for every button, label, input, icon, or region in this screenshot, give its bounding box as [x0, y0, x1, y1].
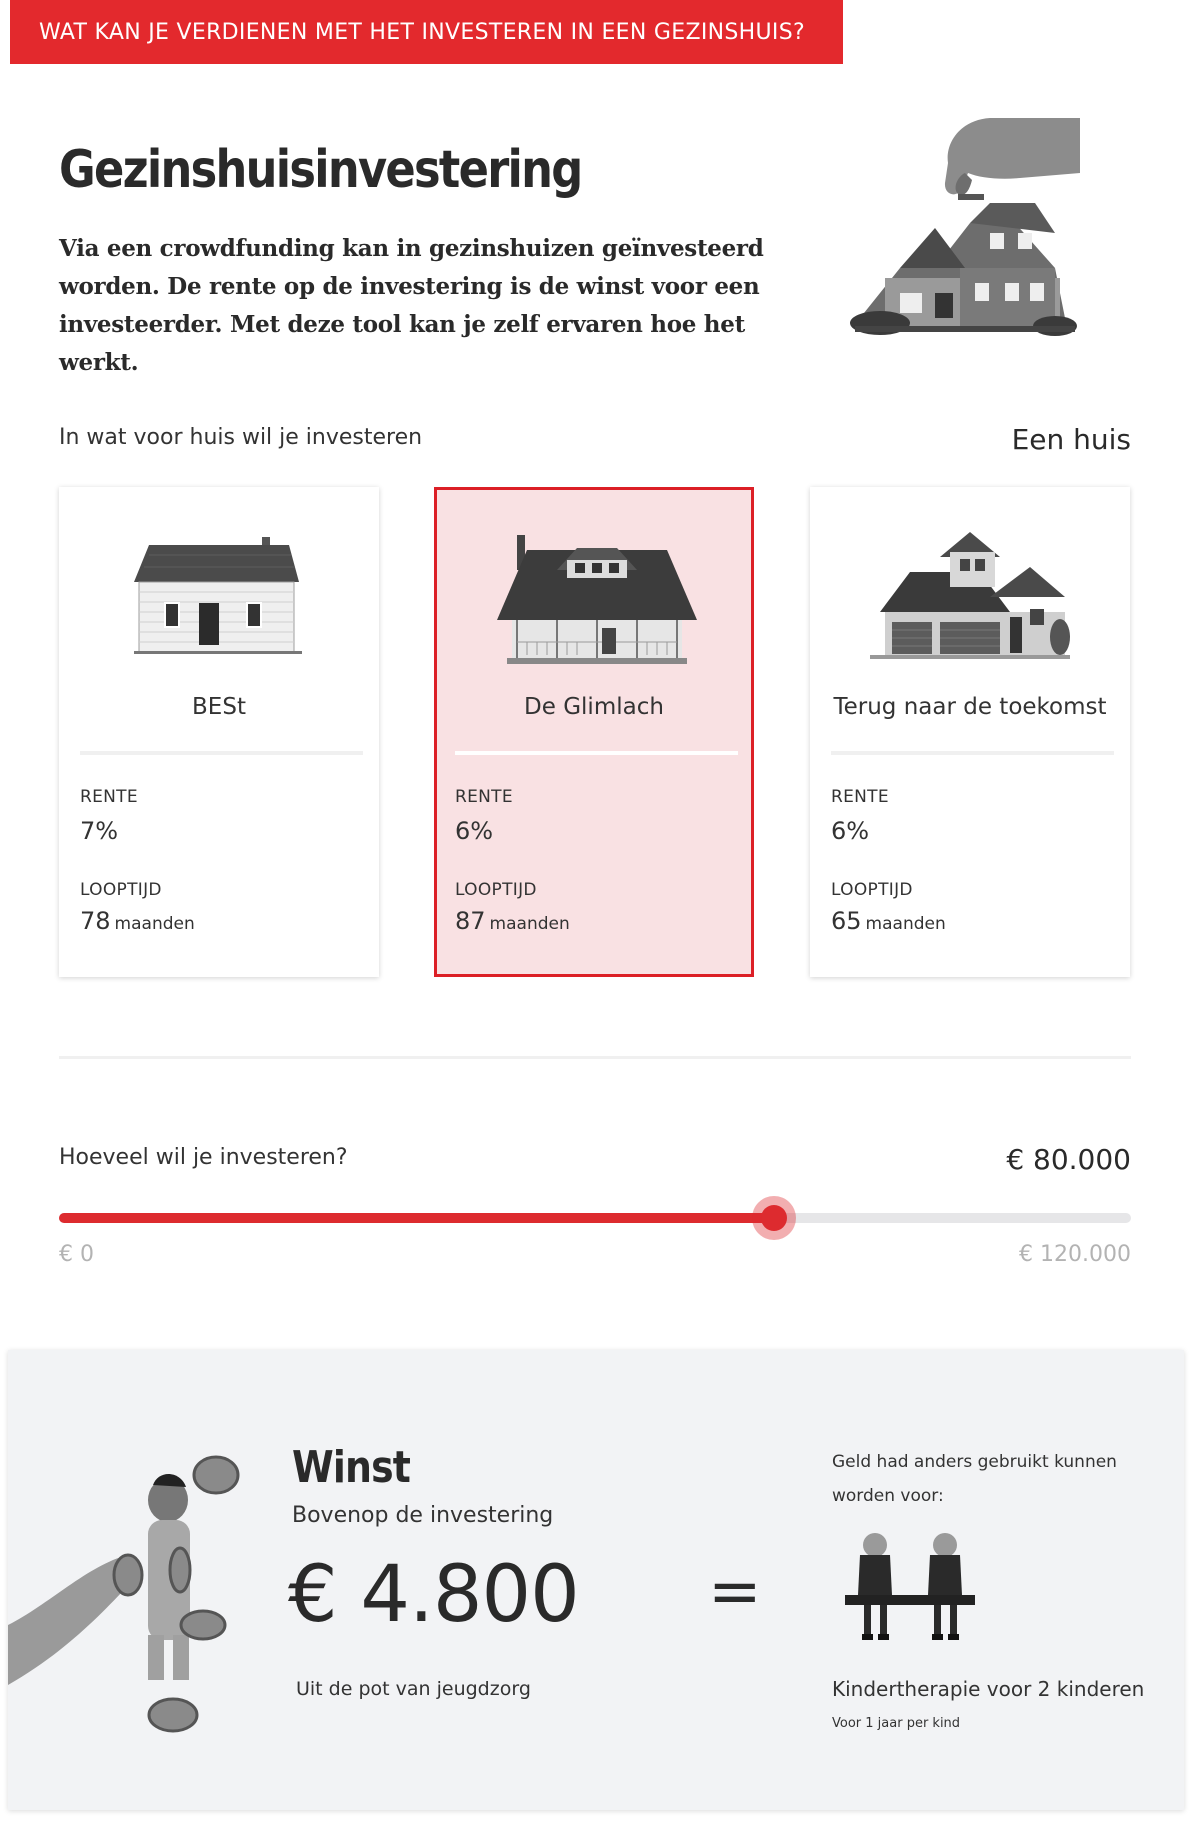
looptijd-value: 65 [831, 907, 862, 935]
slider-min-label: € 0 [59, 1242, 94, 1267]
result-title: Winst [292, 1442, 411, 1493]
card-divider [80, 751, 363, 755]
looptijd-label: LOOPTIJD [831, 880, 913, 900]
looptijd-unit: maanden [114, 914, 195, 934]
alternative-title: Kindertherapie voor 2 kinderen [832, 1677, 1145, 1701]
looptijd-value: 78 [80, 907, 111, 935]
invest-value: € 80.000 [1006, 1143, 1131, 1176]
house-card-best[interactable]: BESt RENTE 7% LOOPTIJD 78 maanden [59, 487, 379, 977]
looptijd-value-row: 87 maanden [455, 907, 570, 935]
alternative-intro: Geld had anders gebruikt kunnen worden v… [832, 1452, 1117, 1506]
rente-label: RENTE [455, 787, 513, 807]
profit-source: Uit de pot van jeugdzorg [296, 1678, 531, 1700]
invest-question: Hoeveel wil je investeren? [59, 1145, 348, 1170]
rente-label: RENTE [80, 787, 138, 807]
selected-house-label: Een huis [1011, 423, 1131, 456]
house-card-name: De Glimlach [524, 694, 664, 720]
card-divider [455, 751, 738, 755]
house-card-name: Terug naar de toekomst [833, 694, 1107, 720]
rente-value: 6% [455, 817, 494, 845]
rente-value: 6% [831, 817, 870, 845]
result-panel: Winst Bovenop de investering € 4.800 Uit… [8, 1350, 1184, 1810]
section-divider [59, 1056, 1131, 1059]
house-card-terug-naar-de-toekomst[interactable]: Terug naar de toekomst RENTE 6% LOOPTIJD… [810, 487, 1130, 977]
looptijd-label: LOOPTIJD [455, 880, 537, 900]
looptijd-value-row: 78 maanden [80, 907, 195, 935]
invest-slider-thumb[interactable] [751, 1196, 796, 1240]
looptijd-value: 87 [455, 907, 486, 935]
house-card-name: BESt [192, 694, 246, 720]
looptijd-label: LOOPTIJD [80, 880, 162, 900]
rente-label: RENTE [831, 787, 889, 807]
card-divider [831, 751, 1114, 755]
rente-value: 7% [80, 817, 119, 845]
equals-sign: = [708, 1555, 762, 1629]
alternative-note: Voor 1 jaar per kind [832, 1716, 961, 1731]
house-card-de-glimlach[interactable]: De Glimlach RENTE 6% LOOPTIJD 87 maanden [434, 487, 754, 977]
profit-amount: € 4.800 [288, 1550, 580, 1640]
house-question: In wat voor huis wil je investeren [59, 425, 423, 450]
banner-text: WAT KAN JE VERDIENEN MET HET INVESTEREN … [39, 19, 805, 45]
invest-slider-fill [59, 1213, 774, 1223]
slider-max-label: € 120.000 [1019, 1242, 1131, 1267]
modern-house-image [870, 532, 1070, 659]
looptijd-unit: maanden [865, 914, 946, 934]
looptijd-unit: maanden [489, 914, 570, 934]
children-bench-image [845, 1533, 975, 1640]
looptijd-value-row: 65 maanden [831, 907, 946, 935]
result-subtitle: Bovenop de investering [292, 1503, 554, 1528]
header-banner: WAT KAN JE VERDIENEN MET HET INVESTEREN … [10, 0, 843, 64]
invest-slider[interactable] [59, 1196, 1131, 1240]
porch-house-image [497, 535, 697, 664]
hand-house-image [850, 118, 1080, 336]
page-title: Gezinshuisinvestering [59, 140, 583, 200]
intro-text: Via een crowdfunding kan in gezinshuizen… [59, 235, 764, 376]
child-coins-image [8, 1455, 240, 1733]
cottage-house-image [134, 537, 302, 654]
